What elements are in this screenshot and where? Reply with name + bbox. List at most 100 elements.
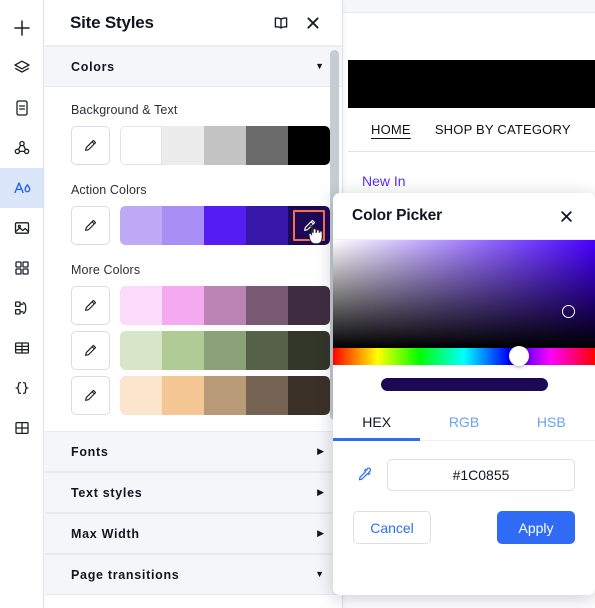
rail-item-grid[interactable]: [0, 408, 44, 448]
swatch-action-5-selected[interactable]: [288, 206, 330, 245]
swatch-more1-3[interactable]: [204, 286, 246, 325]
rail-item-code[interactable]: [0, 368, 44, 408]
rail-item-tables[interactable]: [0, 328, 44, 368]
swatch-more2-5[interactable]: [288, 331, 330, 370]
group-label-background-text: Background & Text: [71, 103, 178, 117]
swatch-more3-4[interactable]: [246, 376, 288, 415]
eyedropper-icon[interactable]: [353, 464, 375, 486]
accordion-label-page-transitions: Page transitions: [71, 567, 180, 582]
preview-nav: HOME SHOP BY CATEGORY: [348, 108, 595, 152]
pencil-icon-background-text[interactable]: [71, 126, 110, 165]
swatch-more2-1[interactable]: [120, 331, 162, 370]
swatch-more1-4[interactable]: [246, 286, 288, 325]
swatch-bgtext-4[interactable]: [246, 126, 288, 165]
close-icon[interactable]: [553, 203, 579, 229]
book-icon[interactable]: [268, 10, 294, 36]
rail-item-site-styles[interactable]: [0, 168, 44, 208]
swatch-action-3[interactable]: [204, 206, 246, 245]
saturation-value-area[interactable]: [333, 240, 595, 348]
rail-item-components[interactable]: [0, 128, 44, 168]
hue-slider[interactable]: [333, 346, 595, 366]
swatch-bgtext-3[interactable]: [204, 126, 246, 165]
swatch-more2-2[interactable]: [162, 331, 204, 370]
saturation-handle[interactable]: [562, 305, 575, 318]
rail-item-sections[interactable]: [0, 88, 44, 128]
color-picker-title: Color Picker: [352, 207, 443, 224]
swatch-more2-4[interactable]: [246, 331, 288, 370]
swatch-more2-3[interactable]: [204, 331, 246, 370]
swatch-more3-5[interactable]: [288, 376, 330, 415]
group-label-more-colors: More Colors: [71, 263, 141, 277]
pencil-icon-more-colors-1[interactable]: [71, 286, 110, 325]
section-label-colors: Colors: [71, 59, 115, 74]
swatch-more3-3[interactable]: [204, 376, 246, 415]
close-icon[interactable]: [300, 10, 326, 36]
swatch-bgtext-2[interactable]: [162, 126, 204, 165]
color-format-tabs: HEX RGB HSB: [333, 404, 595, 441]
accordion-max-width[interactable]: Max Width ▶: [45, 513, 342, 554]
accordion-label-text-styles: Text styles: [71, 485, 143, 500]
swatch-action-4[interactable]: [246, 206, 288, 245]
hex-input-row: [333, 441, 595, 491]
rail-item-media[interactable]: [0, 208, 44, 248]
swatches-action-colors: [120, 206, 330, 245]
accordion-label-max-width: Max Width: [71, 526, 140, 541]
site-styles-panel: Site Styles Colors ▼ Background & Text A…: [45, 0, 343, 608]
panel-header: Site Styles: [45, 0, 342, 46]
section-header-colors[interactable]: Colors ▼: [45, 46, 342, 87]
left-icon-rail: [0, 0, 44, 608]
swatch-bgtext-5[interactable]: [288, 126, 330, 165]
cancel-button[interactable]: Cancel: [353, 511, 431, 544]
rail-item-add[interactable]: [0, 8, 44, 48]
preview-heading-new-in: New In: [362, 173, 406, 189]
preview-nav-shop-by-category[interactable]: SHOP BY CATEGORY: [435, 122, 571, 137]
chevron-down-icon-page-transitions: ▼: [315, 569, 324, 579]
selected-swatch-outline: [293, 210, 325, 241]
swatch-action-1[interactable]: [120, 206, 162, 245]
page-title: Site Styles: [70, 12, 154, 32]
swatch-row-more-colors-3: [45, 376, 342, 415]
rail-item-pages[interactable]: [0, 48, 44, 88]
color-preview-wrap: [333, 365, 595, 404]
pencil-icon-more-colors-2[interactable]: [71, 331, 110, 370]
dialog-actions: Cancel Apply: [333, 491, 595, 544]
swatch-more3-2[interactable]: [162, 376, 204, 415]
hue-slider-handle[interactable]: [509, 346, 529, 366]
color-picker-header: Color Picker: [333, 193, 595, 240]
colors-section-body: Background & Text Action Colors More Col…: [45, 87, 342, 431]
preview-footer-strip: [348, 596, 595, 608]
chevron-right-icon-fonts: ▶: [317, 446, 324, 456]
swatch-row-more-colors-1: [45, 286, 342, 325]
swatch-more1-2[interactable]: [162, 286, 204, 325]
swatch-action-2[interactable]: [162, 206, 204, 245]
preview-nav-home[interactable]: HOME: [371, 122, 411, 137]
tab-hex[interactable]: HEX: [333, 414, 420, 430]
swatch-more1-1[interactable]: [120, 286, 162, 325]
pencil-icon-action-colors[interactable]: [71, 206, 110, 245]
swatch-more1-5[interactable]: [288, 286, 330, 325]
swatch-bgtext-1[interactable]: [120, 126, 162, 165]
swatches-more-colors-3: [120, 376, 330, 415]
pencil-icon-more-colors-3[interactable]: [71, 376, 110, 415]
group-label-action-colors: Action Colors: [71, 183, 147, 197]
swatches-more-colors-1: [120, 286, 330, 325]
rail-item-apps[interactable]: [0, 248, 44, 288]
chevron-right-icon-max-width: ▶: [317, 528, 324, 538]
accordion-text-styles[interactable]: Text styles ▶: [45, 472, 342, 513]
swatch-more3-1[interactable]: [120, 376, 162, 415]
swatch-row-more-colors-2: [45, 331, 342, 370]
preview-hero-banner: [348, 60, 595, 108]
accordion-page-transitions[interactable]: Page transitions ▼: [45, 554, 342, 595]
swatch-row-action-colors: [45, 206, 342, 245]
swatches-background-text: [120, 126, 330, 165]
chevron-right-icon-text-styles: ▶: [317, 487, 324, 497]
accordion-fonts[interactable]: Fonts ▶: [45, 431, 342, 472]
preview-top-strip: [343, 0, 595, 13]
tab-rgb[interactable]: RGB: [420, 414, 507, 430]
apply-button[interactable]: Apply: [497, 511, 575, 544]
hex-input[interactable]: [387, 459, 575, 491]
active-tab-underline: [333, 438, 420, 441]
rail-item-workflow[interactable]: [0, 288, 44, 328]
tab-hsb[interactable]: HSB: [508, 414, 595, 430]
swatch-row-background-text: [45, 126, 342, 165]
